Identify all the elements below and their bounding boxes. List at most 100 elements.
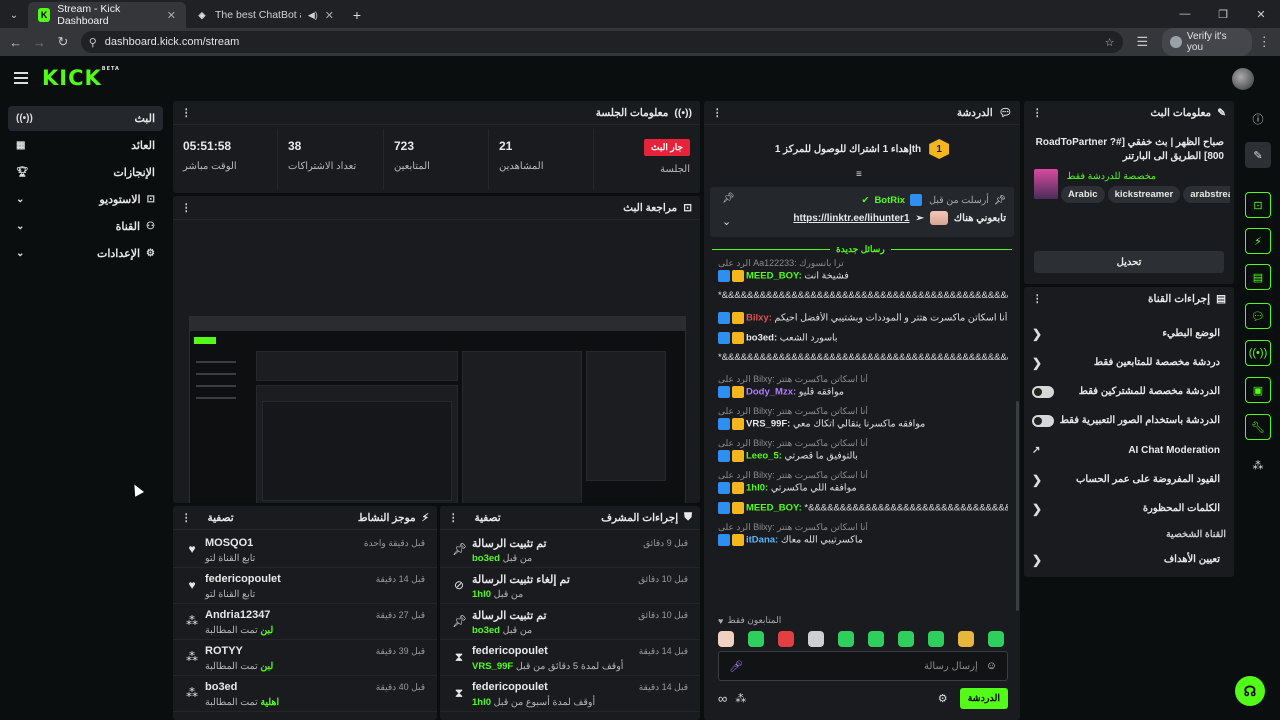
emote[interactable]	[778, 631, 794, 647]
chevron-down-icon[interactable]: ⌄	[722, 215, 731, 228]
chat-message[interactable]: *&&&&&&&&&&&&&&&&&&&&&&&&&&&&&&&&&&&&&&&…	[718, 290, 1008, 301]
document-widget-icon[interactable]: ▤	[1245, 264, 1271, 290]
minimize-icon[interactable]: —	[1166, 0, 1204, 28]
emotes-only-toggle[interactable]	[1032, 414, 1054, 427]
mod-action-row[interactable]: 📌︎ تم تثبيت الرسالة bo3ed من قبل قبل 10 دقا…	[440, 604, 700, 640]
emote[interactable]	[808, 631, 824, 647]
activity-row[interactable]: ⁂ ROTYY لبن تمت المطالبة قبل 39 دقيقة	[173, 640, 437, 676]
mod-action-row[interactable]: ⧗ federicopoulet 1hl0 أوقف لمدة أسبوع من ق…	[440, 676, 700, 712]
activity-username[interactable]: bo3ed	[205, 681, 237, 693]
points-icon[interactable]: ⁂	[735, 692, 746, 705]
more-widgets-icon[interactable]: ⁂	[1245, 452, 1271, 478]
infinity-icon[interactable]: ∞	[718, 691, 727, 706]
chat-username[interactable]: Leeo_5:	[746, 451, 782, 462]
sidebar-item-channel[interactable]: ⌄ القناة ⚇	[8, 214, 163, 239]
activity-username[interactable]: ROTYY	[205, 645, 243, 657]
activity-row[interactable]: ♥ federicopoulet تابع القناة لتو قبل 14 دقي…	[173, 568, 437, 604]
setting-account-age[interactable]: ❯ القيود المفروضة على عمر الحساب	[1024, 465, 1234, 494]
emote[interactable]	[868, 631, 884, 647]
filter-button[interactable]: تصفية	[208, 512, 234, 524]
sidebar-item-settings[interactable]: ⌄ الإعدادات ⚙	[8, 241, 163, 266]
emoji-icon[interactable]: ☺	[986, 660, 997, 672]
emote[interactable]	[898, 631, 914, 647]
hamburger-menu-icon[interactable]	[14, 72, 28, 84]
sidebar-item-stream[interactable]: ((•)) البث	[8, 106, 163, 131]
sidebar-item-studio[interactable]: ⌄ الاستوديو ⊡	[8, 187, 163, 212]
emote[interactable]	[838, 631, 854, 647]
chat-username[interactable]: VRS_99F:	[746, 419, 790, 430]
more-options-icon[interactable]: ⋮	[712, 107, 723, 119]
kick-logo[interactable]: KICKBETA	[42, 66, 120, 90]
user-avatar[interactable]	[1232, 68, 1254, 90]
category-thumbnail[interactable]	[1034, 169, 1058, 199]
chat-reply-context[interactable]: الرد على Bilxy: أنا اسكاتن ماكسرت هتتر	[718, 522, 1008, 533]
setting-followers-only[interactable]: ❯ دردشة مخصصة للمتابعين فقط	[1024, 348, 1234, 377]
back-icon[interactable]: ←	[4, 35, 28, 50]
info-icon[interactable]: ⓘ	[1245, 106, 1271, 132]
chat-reply-context[interactable]: الرد على Aa122233: ترا بانسورك	[718, 258, 1008, 269]
chat-goal-banner[interactable]: إهداء 1 اشتراك للوصول للمركز 1th 1	[704, 129, 1020, 169]
chat-message[interactable]: Bilxy: أنا اسكاتن ماكسرت هتتر و الموددات…	[718, 312, 1008, 324]
emote[interactable]	[748, 631, 764, 647]
chat-input[interactable]: 🎤︎ إرسال رسالة ☺	[718, 651, 1008, 681]
sidebar-item-revenue[interactable]: ▦ العائد	[8, 133, 163, 158]
new-tab-icon[interactable]: +	[344, 2, 370, 28]
chat-username[interactable]: 1hl0:	[746, 483, 768, 494]
browser-menu-icon[interactable]: ⋮	[1252, 34, 1276, 50]
chat-reply-context[interactable]: الرد على Bilxy: أنا اسكاتن ماكسرت هتتر	[718, 374, 1008, 385]
mod-action-row[interactable]: ⊘ تم إلغاء تثبيت الرسالة 1hl0 من قبل قبل 10…	[440, 568, 700, 604]
chat-username[interactable]: Bilxy:	[746, 313, 772, 324]
setting-slow-mode[interactable]: ❯ الوضع البطيء	[1024, 319, 1234, 348]
chat-message[interactable]: 1hl0: موافقه اللي ماكسرتي	[718, 482, 1008, 494]
chat-reply-context[interactable]: الرد على Bilxy: أنا اسكاتن ماكسرت هتتر	[718, 470, 1008, 481]
activity-username[interactable]: federicopoulet	[205, 573, 281, 585]
chat-username[interactable]: Dody_Mzx:	[746, 387, 796, 398]
activity-row[interactable]: ⁂ bo3ed اهلية تمت المطالبة قبل 40 دقيقة	[173, 676, 437, 712]
close-icon[interactable]: ✕	[325, 9, 334, 22]
more-options-icon[interactable]: ⋮	[1032, 293, 1043, 305]
chat-username[interactable]: MEED_BOY:	[746, 503, 802, 514]
mic-icon[interactable]: 🎤︎	[729, 660, 743, 673]
category-label[interactable]: مخصصة للدردشة فقط	[1067, 171, 1156, 182]
chat-username[interactable]: bo3ed:	[746, 333, 777, 344]
filter-button[interactable]: تصفية	[475, 512, 501, 524]
collapse-handle-icon[interactable]: ≡	[856, 169, 862, 180]
chat-username[interactable]: MEED_BOY:	[746, 271, 802, 282]
chat-message[interactable]: VRS_99F: موافقه ماكسرنا يتقالي اتكاك معي	[718, 418, 1008, 430]
chat-scrollbar[interactable]	[1016, 401, 1019, 611]
chat-message[interactable]: MEED_BOY: فشيخة انت	[718, 270, 1008, 282]
more-options-icon[interactable]: ⋮	[1032, 107, 1043, 119]
studio-widget-icon[interactable]: ⊡	[1245, 192, 1271, 218]
tag[interactable]: Arabic	[1061, 186, 1105, 203]
subscribers-only-toggle[interactable]	[1032, 385, 1054, 398]
close-icon[interactable]: ✕	[167, 9, 176, 22]
forward-icon[interactable]: →	[28, 35, 52, 50]
tab-search-icon[interactable]: ⌄	[0, 2, 28, 28]
profile-verify-button[interactable]: Verify it's you	[1162, 28, 1253, 56]
sidebar-item-achievements[interactable]: 🏆︎ الإنجازات	[8, 160, 163, 185]
setting-banned-words[interactable]: ❯ الكلمات المحظورة	[1024, 494, 1234, 523]
chat-message[interactable]: Leeo_5: بالتوفيق ما قصرتي	[718, 450, 1008, 462]
mod-action-row[interactable]: 📌︎ تم تثبيت الرسالة bo3ed من قبل قبل 9 دقائ…	[440, 532, 700, 568]
tab-kick-dashboard[interactable]: K Stream - Kick Dashboard ✕	[28, 2, 186, 28]
emote[interactable]	[718, 631, 734, 647]
chat-reply-context[interactable]: الرد على Bilxy: أنا اسكاتن ماكسرت هتتر	[718, 406, 1008, 417]
stream-preview-video[interactable]	[189, 316, 686, 503]
setting-goals[interactable]: ❯ تعيين الأهداف	[1024, 545, 1234, 574]
reload-icon[interactable]: ↻	[51, 34, 75, 50]
chat-username[interactable]: itDana:	[746, 535, 778, 546]
bookmark-star-icon[interactable]: ☆	[1105, 36, 1115, 49]
edit-widget-icon[interactable]: ✎	[1245, 142, 1271, 168]
wrench-widget-icon[interactable]: 🔧︎	[1245, 414, 1271, 440]
reading-list-icon[interactable]: ☰	[1131, 34, 1155, 50]
chat-message[interactable]: *&&&&&&&&&&&&&&&&&&&&&&&&&&&&&&&&&&&&&&&…	[718, 352, 1008, 363]
gear-icon[interactable]: ⚙	[938, 692, 948, 705]
more-options-icon[interactable]: ⋮	[181, 107, 192, 119]
chat-widget-icon[interactable]: 💬︎	[1245, 303, 1271, 329]
tab-chatbot[interactable]: ◈ The best ChatBot and Widg ◀) ✕	[186, 2, 344, 28]
tag[interactable]: kickstreamer	[1107, 186, 1181, 203]
channel-widget-icon[interactable]: ▣	[1245, 377, 1271, 403]
chat-reply-context[interactable]: الرد على Bilxy: أنا اسكاتن ماكسرت هتتر	[718, 438, 1008, 449]
pin-toggle-icon[interactable]: 📌︎	[722, 193, 735, 204]
more-options-icon[interactable]: ⋮	[448, 512, 459, 524]
